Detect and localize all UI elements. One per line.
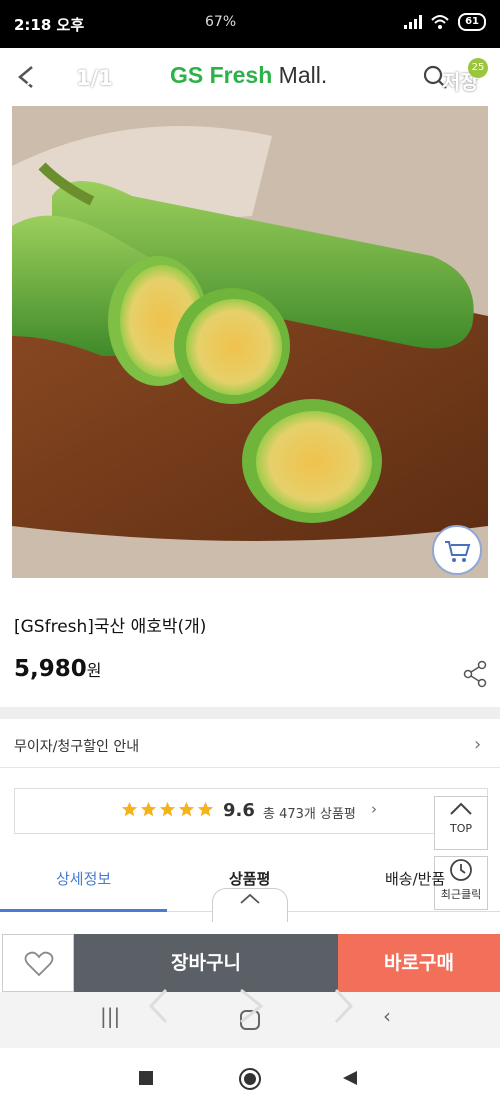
floating-cart-button[interactable]: [432, 525, 482, 575]
chevron-up-icon: [450, 802, 472, 815]
heart-icon: [24, 951, 54, 977]
stop-icon[interactable]: [138, 1070, 154, 1086]
scroll-top-button[interactable]: TOP: [434, 796, 488, 850]
back-triangle-icon[interactable]: [342, 1070, 358, 1086]
wifi-icon: [431, 15, 449, 29]
star-icon: [121, 801, 138, 817]
status-icons: 61: [404, 13, 486, 31]
app-nav-overlay: ||| ‹: [0, 988, 500, 1048]
wishlist-button[interactable]: [2, 934, 74, 992]
installment-notice-row[interactable]: 무이자/청구할인 안내 ›: [0, 720, 500, 768]
rating-stars: [121, 801, 214, 818]
star-icon: [197, 801, 214, 817]
tab-active-indicator: [0, 909, 167, 912]
status-battery-percent: 67%: [205, 14, 237, 30]
battery-icon: 61: [458, 13, 486, 31]
detail-tabs: 상세정보 상품평 배송/반품: [0, 858, 500, 922]
chevron-up-icon: [240, 893, 260, 904]
tab-detail[interactable]: 상세정보: [56, 868, 111, 889]
system-nav-bar: [0, 1048, 500, 1111]
product-title: [GSfresh]국산 애호박(개): [14, 617, 207, 637]
close-icon[interactable]: ✕: [24, 68, 42, 93]
tab-shipping[interactable]: 배송/반품: [385, 868, 445, 889]
status-time: 2:18 오후: [14, 15, 85, 34]
buy-now-button[interactable]: 바로구매: [338, 934, 500, 992]
cart-count-badge: 25: [468, 58, 488, 78]
rating-score: 9.6: [223, 800, 255, 821]
cart-icon: [445, 541, 471, 562]
tab-review[interactable]: 상품평: [229, 868, 270, 889]
status-bar: 2:18 오후 67% 61: [0, 0, 500, 48]
star-icon: [159, 801, 176, 817]
star-icon: [140, 801, 157, 817]
price-currency: 원: [86, 661, 102, 680]
review-count: 총 473개 상품평: [263, 807, 356, 822]
back-icon[interactable]: ‹: [383, 1004, 391, 1028]
product-price: 5,980원: [14, 656, 102, 682]
top-label: TOP: [449, 822, 472, 835]
logo-main: GS Fresh: [170, 62, 273, 88]
home-circle-icon[interactable]: [238, 1067, 262, 1091]
signal-icon: [404, 15, 423, 29]
share-icon[interactable]: [462, 660, 488, 688]
star-icon: [178, 801, 195, 817]
recent-apps-icon[interactable]: |||: [100, 1004, 120, 1028]
zucchini-illustration: [12, 106, 488, 578]
expand-handle[interactable]: [212, 888, 288, 922]
price-value: 5,980: [14, 656, 87, 682]
brand-logo[interactable]: GS Fresh Mall.: [170, 62, 327, 89]
app-header: ✕ 1/1 GS Fresh Mall. 저장: [0, 48, 500, 106]
image-counter: 1/1: [76, 66, 113, 90]
logo-suffix: Mall.: [278, 62, 328, 88]
product-image[interactable]: [12, 106, 488, 578]
review-summary[interactable]: 9.6 총 473개 상품평 ›: [14, 788, 488, 834]
section-divider: [0, 707, 500, 719]
swipe-arrows-icon: [148, 988, 354, 1024]
notice-label: 무이자/청구할인 안내: [14, 739, 140, 755]
chevron-right-icon: ›: [474, 734, 482, 755]
chevron-right-icon: ›: [371, 800, 377, 818]
